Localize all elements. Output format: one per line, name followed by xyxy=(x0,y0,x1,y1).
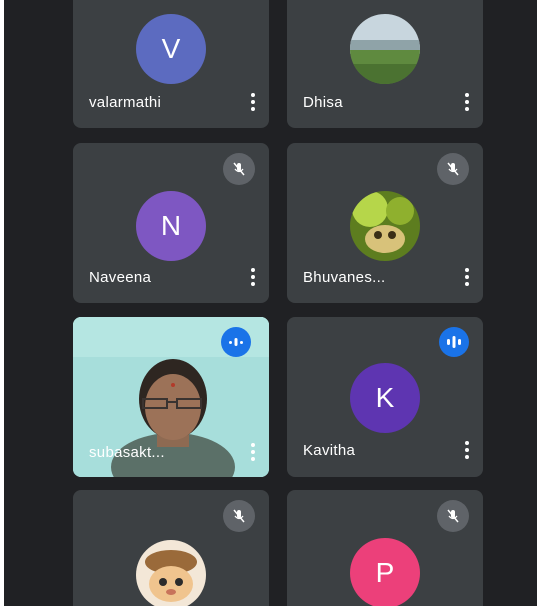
avatar-initial: P xyxy=(375,557,395,588)
more-options-button[interactable] xyxy=(248,443,258,461)
avatar: K xyxy=(350,363,420,433)
mic-off-icon xyxy=(437,500,469,532)
audio-wave-icon xyxy=(439,327,469,357)
more-options-button[interactable] xyxy=(462,268,472,286)
more-options-button[interactable] xyxy=(462,93,472,111)
mic-off-icon xyxy=(223,153,255,185)
participant-tile-7[interactable] xyxy=(73,490,269,606)
participant-tile-dhisa[interactable]: Dhisa xyxy=(287,0,483,128)
meeting-grid: V valarmathi Dhisa N Naveena Bhuvanes...… xyxy=(4,0,537,606)
profile-photo-landscape xyxy=(350,14,420,84)
avatar: P xyxy=(350,538,420,606)
avatar xyxy=(350,14,420,84)
profile-photo-cartoon xyxy=(350,191,420,261)
participant-tile-bhuvanes[interactable]: Bhuvanes... xyxy=(287,143,483,303)
participant-name: Kavitha xyxy=(303,442,356,459)
participant-tile-subasakt[interactable]: subasakt... xyxy=(73,317,269,477)
avatar xyxy=(350,191,420,261)
avatar-initial: K xyxy=(375,382,395,413)
profile-photo-cartoon-cat xyxy=(136,540,206,606)
participant-tile-naveena[interactable]: N Naveena xyxy=(73,143,269,303)
participant-name: valarmathi xyxy=(89,94,162,111)
more-options-button[interactable] xyxy=(248,93,258,111)
participant-name: Bhuvanes... xyxy=(303,269,386,286)
participant-tile-valarmathi[interactable]: V valarmathi xyxy=(73,0,269,128)
audio-wave-icon xyxy=(221,327,251,357)
mic-off-icon xyxy=(437,153,469,185)
participant-name: Dhisa xyxy=(303,94,343,111)
participant-name: Naveena xyxy=(89,269,152,286)
participant-name: subasakt... xyxy=(89,444,165,461)
more-options-button[interactable] xyxy=(248,268,258,286)
mic-off-icon xyxy=(223,500,255,532)
avatar xyxy=(136,540,206,606)
avatar: V xyxy=(136,14,206,84)
more-options-button[interactable] xyxy=(462,441,472,459)
avatar: N xyxy=(136,191,206,261)
participant-tile-kavitha[interactable]: K Kavitha xyxy=(287,317,483,477)
avatar-initial: V xyxy=(161,33,181,64)
avatar-initial: N xyxy=(160,210,182,241)
participant-tile-p[interactable]: P xyxy=(287,490,483,606)
